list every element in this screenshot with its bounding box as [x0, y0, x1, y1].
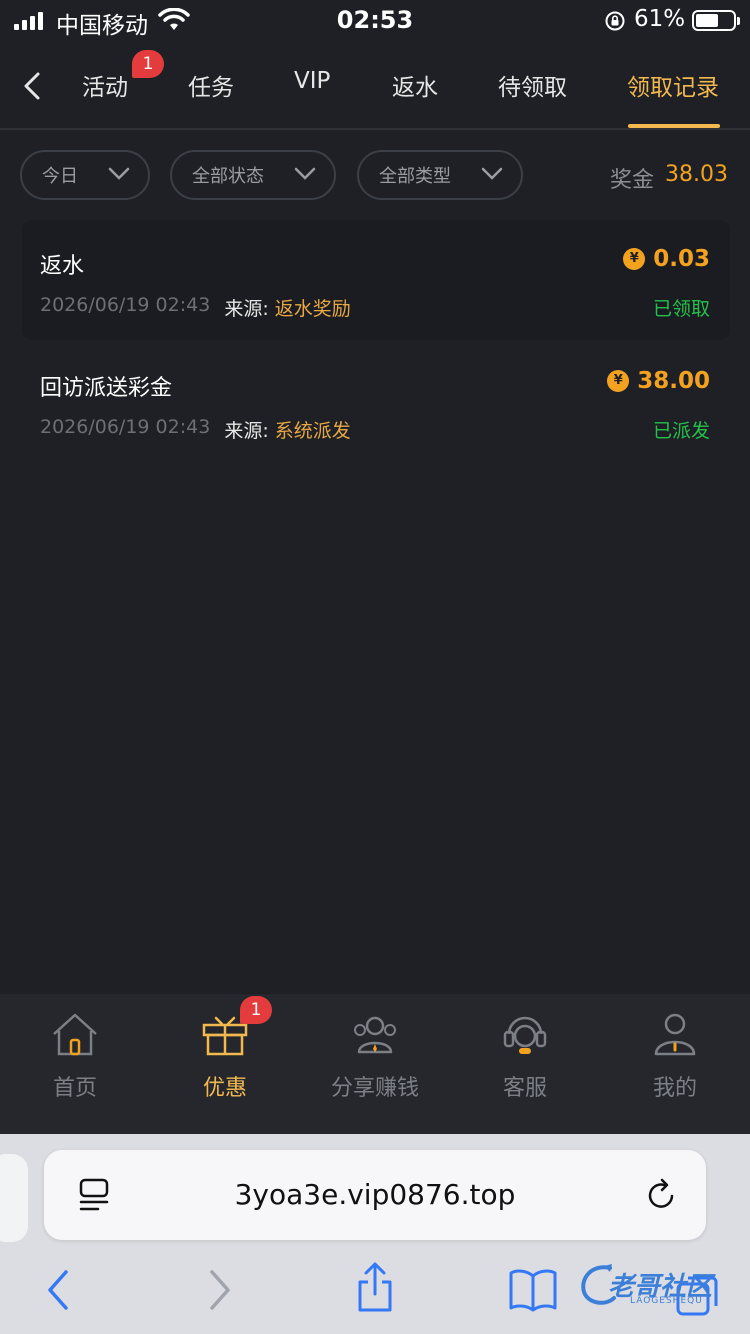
nav-home-label: 首页 [52, 1076, 97, 1101]
record-source-label: 来源: [224, 420, 269, 442]
date-filter-label: 今日 [42, 166, 78, 187]
bottom-navigation: 首页 优惠 分享赚钱 客服 我的 [0, 994, 750, 1134]
nav-share-earn-label: 分享赚钱 [330, 1076, 419, 1101]
bookmarks-icon[interactable] [508, 1268, 558, 1312]
tab-rebate[interactable]: 返水 [392, 68, 438, 102]
record-title: 返水 [40, 254, 85, 279]
record-source: 系统派发 [274, 420, 351, 442]
orientation-lock-icon [605, 11, 625, 31]
url-text: 3yoa3e.vip0876.top [234, 1178, 516, 1211]
status-filter-label: 全部状态 [192, 166, 264, 187]
tab-claim-history[interactable]: 领取记录 [627, 68, 719, 102]
nav-profile[interactable]: 我的 [600, 994, 750, 1134]
record-amount: ¥ 0.03 [623, 246, 710, 272]
share-icon[interactable] [354, 1262, 396, 1314]
nav-home[interactable]: 首页 [0, 994, 150, 1134]
activity-notification-badge: 1 [132, 50, 164, 78]
bonus-total-label: 奖金 [610, 168, 655, 193]
user-icon [654, 1013, 696, 1056]
nav-promotions-label: 优惠 [202, 1076, 247, 1101]
address-bar[interactable]: 3yoa3e.vip0876.top [44, 1150, 706, 1240]
active-tab-indicator [628, 124, 720, 128]
nav-profile-label: 我的 [652, 1076, 697, 1101]
tab-vip[interactable]: VIP [294, 68, 330, 94]
watermark-subtext: LAOGESHEQU [630, 1296, 703, 1306]
record-amount-value: 0.03 [653, 246, 710, 272]
nav-share-earn[interactable]: 分享赚钱 [300, 994, 450, 1134]
tab-activity[interactable]: 活动 [82, 68, 128, 102]
nav-customer-service-label: 客服 [502, 1076, 547, 1101]
previous-tab-preview[interactable] [0, 1154, 28, 1242]
home-icon [53, 1013, 97, 1056]
yuan-coin-icon: ¥ [623, 248, 646, 270]
nav-promotions[interactable]: 优惠 [150, 994, 300, 1134]
record-meta: 2026/06/19 02:43 来源: 返水奖励 [40, 294, 351, 321]
battery-icon [692, 10, 740, 31]
record-source: 返水奖励 [274, 298, 351, 320]
status-bar: 中国移动 02:53 61% [0, 0, 750, 42]
record-title: 回访派送彩金 [40, 376, 173, 401]
browser-forward-icon[interactable] [204, 1268, 234, 1312]
bonus-total-value: 38.03 [665, 162, 728, 187]
record-status: 已派发 [652, 420, 710, 442]
record-status: 已领取 [652, 298, 710, 320]
headset-icon [503, 1016, 547, 1054]
record-amount: ¥ 38.00 [607, 368, 710, 394]
record-source-label: 来源: [224, 298, 269, 320]
share-people-icon [354, 1016, 396, 1054]
back-chevron-icon[interactable] [18, 68, 48, 104]
nav-customer-service[interactable]: 客服 [450, 994, 600, 1134]
record-item: 回访派送彩金 ¥ 38.00 2026/06/19 02:43 来源: 系统派发… [22, 342, 730, 462]
record-datetime: 2026/06/19 02:43 [40, 416, 211, 438]
chevron-down-icon [108, 167, 130, 180]
chevron-down-icon [481, 167, 503, 180]
type-filter-label: 全部类型 [379, 166, 451, 187]
date-filter-dropdown[interactable]: 今日 [20, 150, 150, 200]
tab-tasks[interactable]: 任务 [188, 68, 234, 102]
yuan-coin-icon: ¥ [607, 370, 630, 392]
type-filter-dropdown[interactable]: 全部类型 [357, 150, 523, 200]
record-amount-value: 38.00 [637, 368, 710, 394]
battery-percentage: 61% [634, 6, 686, 32]
record-meta: 2026/06/19 02:43 来源: 系统派发 [40, 416, 351, 443]
top-navigation: 活动 任务 VIP 返水 待领取 领取记录 [0, 42, 750, 130]
chevron-down-icon [294, 167, 316, 180]
tab-pending[interactable]: 待领取 [498, 68, 567, 102]
status-filter-dropdown[interactable]: 全部状态 [170, 150, 336, 200]
browser-back-icon[interactable] [44, 1268, 74, 1312]
promotions-notification-badge: 1 [240, 996, 272, 1024]
record-datetime: 2026/06/19 02:43 [40, 294, 211, 316]
record-item: 返水 ¥ 0.03 2026/06/19 02:43 来源: 返水奖励 已领取 [22, 220, 730, 340]
watermark-logo: 老哥社区 LAOGESHEQU [578, 1262, 738, 1312]
reload-icon[interactable] [646, 1178, 678, 1212]
